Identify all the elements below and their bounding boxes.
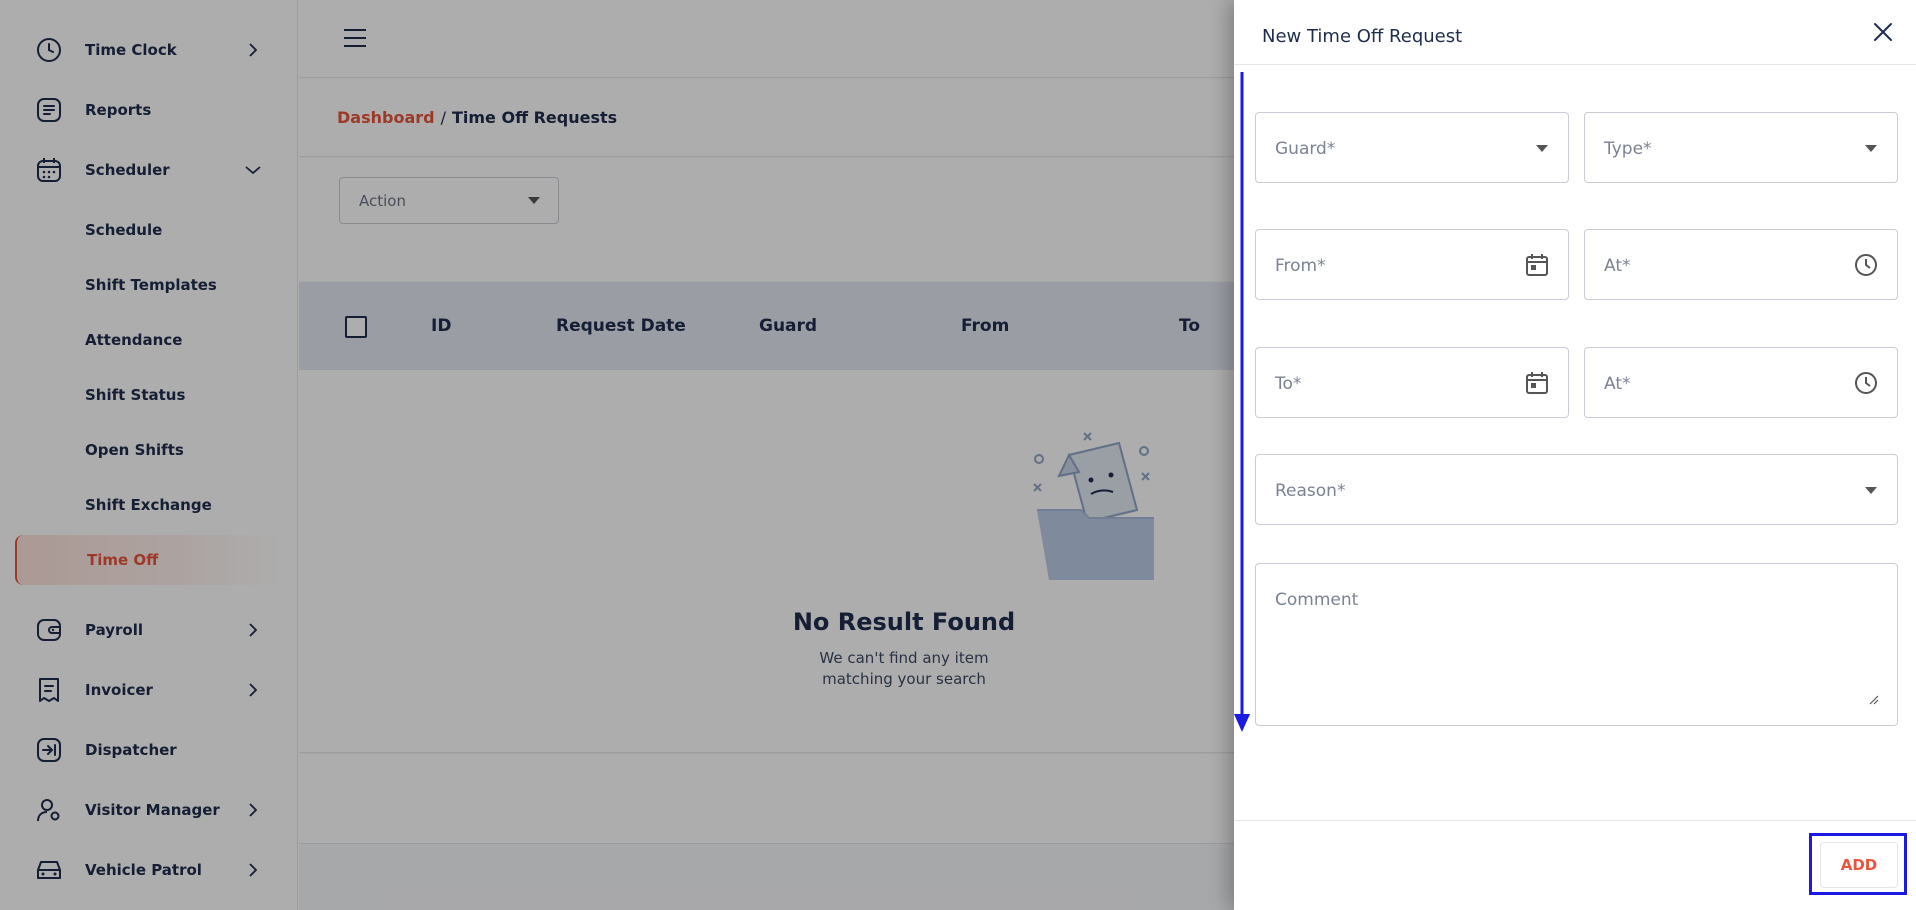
new-time-off-request-drawer: New Time Off Request Guard* Type* From* …: [1234, 0, 1916, 910]
to-date-placeholder: To*: [1275, 374, 1302, 394]
reason-placeholder: Reason*: [1275, 481, 1346, 501]
to-date-field[interactable]: To*: [1255, 347, 1569, 418]
add-button[interactable]: ADD: [1820, 842, 1898, 888]
calendar-icon[interactable]: [1524, 252, 1550, 278]
to-time-field[interactable]: At*: [1584, 347, 1898, 418]
from-time-field[interactable]: At*: [1584, 229, 1898, 300]
dropdown-caret-icon: [1536, 145, 1548, 152]
comment-placeholder: Comment: [1275, 590, 1359, 610]
resize-handle-icon[interactable]: [1869, 695, 1879, 705]
drawer-header: New Time Off Request: [1234, 0, 1916, 65]
modal-backdrop[interactable]: [0, 0, 1234, 910]
drawer-footer: ADD: [1234, 820, 1916, 910]
from-date-field[interactable]: From*: [1255, 229, 1569, 300]
clock-icon[interactable]: [1853, 252, 1879, 278]
guard-select[interactable]: Guard*: [1255, 112, 1569, 183]
from-time-placeholder: At*: [1604, 256, 1631, 276]
clock-icon[interactable]: [1853, 370, 1879, 396]
calendar-icon[interactable]: [1524, 370, 1550, 396]
reason-select[interactable]: Reason*: [1255, 454, 1898, 525]
from-date-placeholder: From*: [1275, 256, 1326, 276]
comment-textarea[interactable]: Comment: [1255, 563, 1898, 726]
type-placeholder: Type*: [1604, 139, 1652, 159]
close-icon[interactable]: [1871, 20, 1895, 44]
guard-placeholder: Guard*: [1275, 139, 1336, 159]
dropdown-caret-icon: [1865, 487, 1877, 494]
dropdown-caret-icon: [1865, 145, 1877, 152]
to-time-placeholder: At*: [1604, 374, 1631, 394]
drawer-title: New Time Off Request: [1262, 26, 1463, 47]
type-select[interactable]: Type*: [1584, 112, 1898, 183]
